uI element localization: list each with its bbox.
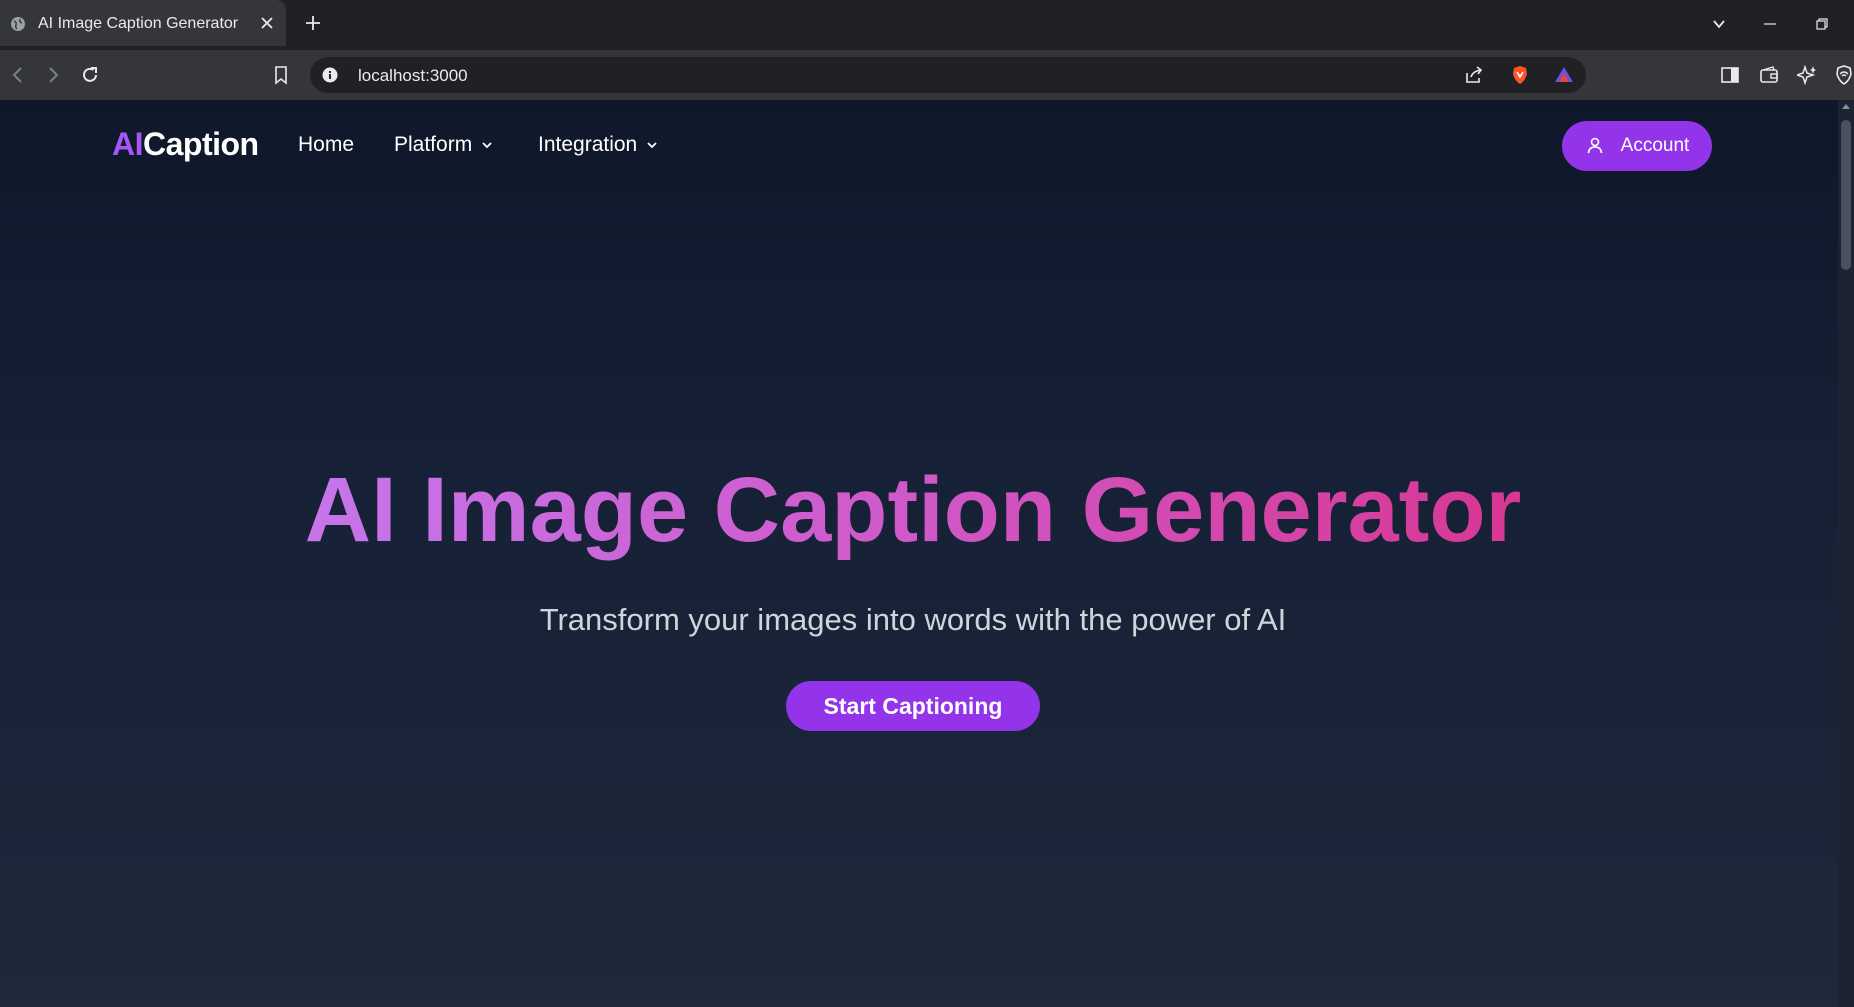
reload-icon[interactable] xyxy=(80,65,100,85)
user-icon xyxy=(1587,137,1602,154)
hero-title: AI Image Caption Generator xyxy=(0,459,1826,561)
start-captioning-button[interactable]: Start Captioning xyxy=(786,681,1040,731)
sidebar-icon[interactable] xyxy=(1720,65,1740,85)
address-bar[interactable]: localhost:3000 xyxy=(310,57,1586,93)
tab-title: AI Image Caption Generator xyxy=(38,15,239,32)
site-logo[interactable]: AICaption xyxy=(112,126,259,163)
leo-ai-icon[interactable] xyxy=(1797,65,1817,85)
nav-platform-label: Platform xyxy=(394,133,473,156)
brave-shield-icon[interactable] xyxy=(1510,65,1530,85)
browser-tabstrip: AI Image Caption Generator xyxy=(0,0,1854,50)
globe-icon xyxy=(11,17,25,31)
scrollbar-thumb[interactable] xyxy=(1841,120,1851,270)
page-viewport: AICaption Home Platform Integration Acco… xyxy=(0,100,1838,1007)
page-scrollbar[interactable] xyxy=(1838,100,1854,1007)
scroll-up-arrow-icon[interactable] xyxy=(1842,104,1850,109)
wallet-icon[interactable] xyxy=(1759,65,1779,85)
nav-home-label: Home xyxy=(298,133,355,156)
info-icon[interactable] xyxy=(322,67,338,83)
logo-caption-text: Caption xyxy=(143,126,259,162)
chevron-down-icon xyxy=(482,142,492,149)
bookmark-icon[interactable] xyxy=(271,65,291,85)
vpn-icon[interactable] xyxy=(1834,65,1854,85)
close-icon[interactable] xyxy=(258,14,276,32)
browser-tab[interactable]: AI Image Caption Generator xyxy=(0,0,286,46)
account-button[interactable]: Account xyxy=(1562,121,1712,171)
nav-integration-label: Integration xyxy=(538,133,638,156)
browser-toolbar: localhost:3000 1 xyxy=(0,50,1854,126)
hero-subtitle: Transform your images into words with th… xyxy=(539,602,1287,637)
brave-rewards-icon[interactable] xyxy=(1554,65,1574,85)
nav-integration-dropdown[interactable]: Integration xyxy=(538,133,659,157)
share-icon[interactable] xyxy=(1464,65,1484,85)
chevron-down-icon[interactable] xyxy=(1711,16,1727,32)
back-icon[interactable] xyxy=(8,65,28,85)
forward-icon[interactable] xyxy=(43,65,63,85)
chevron-down-icon xyxy=(647,142,657,149)
nav-home-link[interactable]: Home xyxy=(298,133,354,157)
nav-platform-dropdown[interactable]: Platform xyxy=(394,133,494,157)
url-text[interactable]: localhost:3000 xyxy=(358,66,468,86)
minimize-icon[interactable] xyxy=(1762,16,1778,32)
restore-icon[interactable] xyxy=(1814,16,1830,32)
plus-icon[interactable] xyxy=(304,14,322,32)
account-label: Account xyxy=(1620,135,1690,156)
logo-ai-text: AI xyxy=(112,126,144,162)
